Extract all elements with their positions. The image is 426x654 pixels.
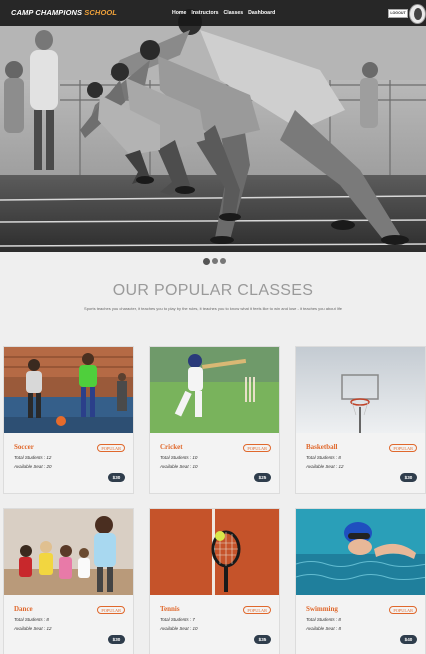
brand-logo[interactable]: CAMP CHAMPIONS SCHOOL bbox=[11, 8, 117, 17]
carousel-dots bbox=[203, 257, 226, 265]
brand-accent: SCHOOL bbox=[82, 8, 117, 17]
available-seats: Available Seat : 12 bbox=[14, 626, 52, 631]
price-button[interactable]: $30 bbox=[400, 473, 417, 482]
total-students: Total Students : 12 bbox=[14, 455, 52, 460]
available-seats: Available Seat : 10 bbox=[160, 626, 198, 631]
price-button[interactable]: $40 bbox=[400, 635, 417, 644]
popular-badge: POPULAR bbox=[389, 444, 417, 452]
class-name: Soccer bbox=[14, 443, 34, 451]
popular-badge: POPULAR bbox=[97, 444, 125, 452]
total-students: Total Students : 8 bbox=[306, 455, 341, 460]
logout-button[interactable]: LOGOUT bbox=[388, 9, 408, 18]
total-students: Total Students : 10 bbox=[160, 455, 198, 460]
class-image-tennis bbox=[150, 509, 279, 595]
total-students: Total Students : 8 bbox=[306, 617, 341, 622]
price-button[interactable]: $25 bbox=[254, 473, 271, 482]
popular-badge: POPULAR bbox=[97, 606, 125, 614]
class-name: Dance bbox=[14, 605, 33, 613]
class-name: Cricket bbox=[160, 443, 183, 451]
price-button[interactable]: $30 bbox=[108, 635, 125, 644]
class-name: Swimming bbox=[306, 605, 338, 613]
class-card-soccer[interactable]: Soccer POPULAR Total Students : 12 Avail… bbox=[3, 346, 134, 494]
class-image-soccer bbox=[4, 347, 133, 433]
nav-link-home[interactable]: Home bbox=[172, 10, 186, 16]
available-seats: Available Seat : 12 bbox=[306, 464, 344, 469]
hero-carousel-slide bbox=[0, 0, 426, 252]
carousel-dot[interactable] bbox=[220, 258, 226, 264]
brand-name: CAMP CHAMPIONS bbox=[11, 8, 83, 17]
class-image-cricket bbox=[150, 347, 279, 433]
price-button[interactable]: $30 bbox=[108, 473, 125, 482]
nav-links: Home Instructors Classes Dashboard bbox=[172, 10, 275, 16]
hero-image bbox=[0, 0, 426, 252]
section-title: OUR POPULAR CLASSES bbox=[112, 282, 314, 299]
class-image-dance bbox=[4, 509, 133, 595]
available-seats: Available Seat : 10 bbox=[160, 464, 198, 469]
price-button[interactable]: $35 bbox=[254, 635, 271, 644]
carousel-dot[interactable] bbox=[212, 258, 218, 264]
nav-link-classes[interactable]: Classes bbox=[224, 10, 244, 16]
carousel-dot[interactable] bbox=[203, 257, 210, 265]
class-card-dance[interactable]: Dance POPULAR Total Students : 8 Availab… bbox=[3, 508, 134, 654]
class-card-swimming[interactable]: Swimming POPULAR Total Students : 8 Avai… bbox=[295, 508, 426, 654]
class-name: Tennis bbox=[160, 605, 180, 613]
available-seats: Available Seat : 20 bbox=[14, 464, 52, 469]
class-card-cricket[interactable]: Cricket POPULAR Total Students : 10 Avai… bbox=[149, 346, 280, 494]
class-name: Basketball bbox=[306, 443, 338, 451]
section-subtitle: Sports teaches you character, it teaches… bbox=[84, 306, 342, 311]
nav-link-instructors[interactable]: Instructors bbox=[191, 10, 218, 16]
available-seats: Available Seat : 8 bbox=[306, 626, 341, 631]
class-image-basketball bbox=[296, 347, 425, 433]
popular-badge: POPULAR bbox=[389, 606, 417, 614]
popular-badge: POPULAR bbox=[243, 606, 271, 614]
class-card-basketball[interactable]: Basketball POPULAR Total Students : 8 Av… bbox=[295, 346, 426, 494]
nav-link-dashboard[interactable]: Dashboard bbox=[248, 10, 275, 16]
top-navbar: CAMP CHAMPIONS SCHOOL Home Instructors C… bbox=[0, 0, 426, 26]
total-students: Total Students : 7 bbox=[160, 617, 195, 622]
popular-badge: POPULAR bbox=[243, 444, 271, 452]
user-avatar-icon[interactable] bbox=[409, 4, 426, 24]
class-image-swimming bbox=[296, 509, 425, 595]
class-card-tennis[interactable]: Tennis POPULAR Total Students : 7 Availa… bbox=[149, 508, 280, 654]
total-students: Total Students : 8 bbox=[14, 617, 49, 622]
